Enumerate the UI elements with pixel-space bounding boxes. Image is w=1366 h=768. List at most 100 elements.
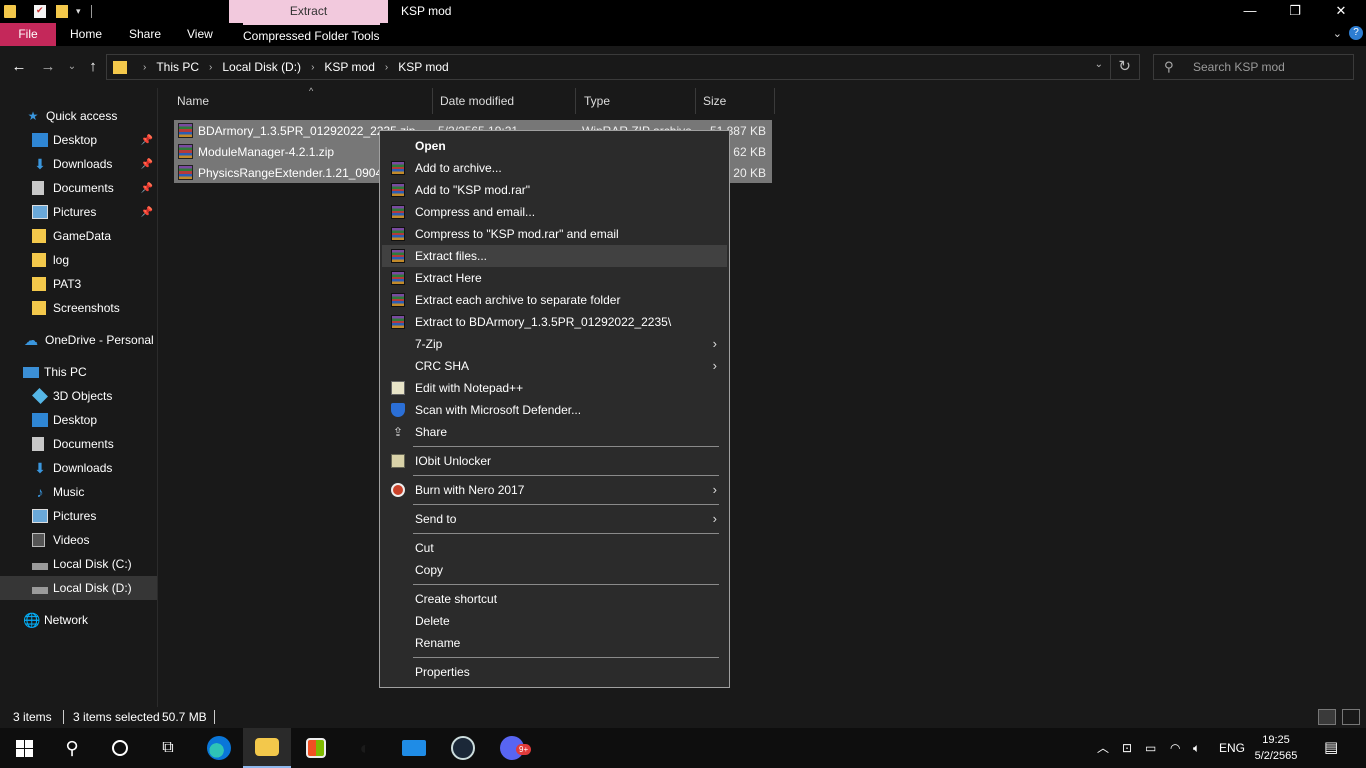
sidebar-item-downloads[interactable]: ⬇ Downloads 📌: [0, 152, 157, 176]
sidebar-item-local-disk-d[interactable]: Local Disk (D:): [0, 576, 157, 600]
task-view-icon[interactable]: ⧉: [144, 728, 192, 768]
edge-icon[interactable]: [195, 728, 243, 768]
pin-icon[interactable]: 📌: [141, 183, 153, 194]
tab-view[interactable]: View: [187, 23, 213, 46]
volume-icon[interactable]: 🔈︎: [1193, 728, 1200, 768]
menu-item-add-to-ksp-mod-rar[interactable]: Add to "KSP mod.rar": [382, 179, 727, 201]
menu-item-compress-and-email[interactable]: Compress and email...: [382, 201, 727, 223]
menu-item-extract-each-archive[interactable]: Extract each archive to separate folder: [382, 289, 727, 311]
search-icon[interactable]: ⚲: [48, 728, 96, 768]
file-explorer-icon[interactable]: [243, 728, 291, 768]
sidebar-item-pictures[interactable]: Pictures 📌: [0, 200, 157, 224]
breadcrumb-ksp-mod-current[interactable]: KSP mod: [398, 60, 448, 74]
search-input[interactable]: Search KSP mod: [1193, 60, 1285, 74]
menu-item-extract-to-folder[interactable]: Extract to BDArmory_1.3.5PR_01292022_223…: [382, 311, 727, 333]
sidebar-item-downloads-pc[interactable]: ⬇ Downloads: [0, 456, 157, 480]
chevron-right-icon[interactable]: ›: [385, 62, 388, 73]
menu-item-edit-with-notepadpp[interactable]: Edit with Notepad++: [382, 377, 727, 399]
back-button[interactable]: ←: [8, 56, 30, 78]
menu-item-7zip[interactable]: 7-Zip ›: [382, 333, 727, 355]
pin-icon[interactable]: 📌: [141, 207, 153, 218]
microsoft-store-icon[interactable]: [292, 728, 340, 768]
tab-compressed-folder-tools[interactable]: Compressed Folder Tools: [243, 23, 380, 46]
start-button[interactable]: [0, 728, 48, 768]
breadcrumb-this-pc[interactable]: This PC: [156, 60, 199, 74]
sidebar-item-network[interactable]: 🌐 Network: [0, 608, 157, 632]
sidebar-item-documents-pc[interactable]: Documents: [0, 432, 157, 456]
menu-item-copy[interactable]: Copy: [382, 559, 727, 581]
sidebar-item-videos[interactable]: Videos: [0, 528, 157, 552]
cortana-icon[interactable]: [96, 728, 144, 768]
action-center-icon[interactable]: ▤: [1324, 728, 1338, 768]
menu-item-burn-with-nero[interactable]: Burn with Nero 2017 ›: [382, 479, 727, 501]
refresh-icon[interactable]: ↻: [1118, 57, 1131, 75]
sidebar-item-screenshots[interactable]: Screenshots: [0, 296, 157, 320]
language-indicator[interactable]: ENG: [1219, 728, 1245, 768]
sidebar-item-local-disk-c[interactable]: Local Disk (C:): [0, 552, 157, 576]
expand-ribbon-chevron-icon[interactable]: ⌄: [1333, 27, 1342, 40]
sidebar-item-log[interactable]: log: [0, 248, 157, 272]
close-button[interactable]: ✕: [1318, 0, 1364, 23]
menu-item-compress-to-rar-and-email[interactable]: Compress to "KSP mod.rar" and email: [382, 223, 727, 245]
search-box[interactable]: ⚲ Search KSP mod: [1153, 54, 1354, 80]
details-view-icon[interactable]: [1318, 709, 1336, 725]
chevron-right-icon[interactable]: ›: [209, 62, 212, 73]
minimize-button[interactable]: —: [1227, 0, 1273, 23]
column-header-type[interactable]: Type: [576, 88, 696, 114]
large-icons-view-icon[interactable]: [1342, 709, 1360, 725]
sidebar-item-desktop-pc[interactable]: Desktop: [0, 408, 157, 432]
chevron-right-icon[interactable]: ›: [311, 62, 314, 73]
menu-item-delete[interactable]: Delete: [382, 610, 727, 632]
steam-icon[interactable]: [439, 728, 487, 768]
sidebar-item-pat3[interactable]: PAT3: [0, 272, 157, 296]
clock[interactable]: 19:25 5/2/2565: [1246, 732, 1306, 764]
customize-toolbar-chevron-icon[interactable]: ▾: [76, 6, 81, 17]
forward-button[interactable]: →: [37, 56, 59, 78]
sidebar-item-pictures-pc[interactable]: Pictures: [0, 504, 157, 528]
recent-locations-chevron-icon[interactable]: ⌄: [61, 56, 83, 78]
sidebar-item-this-pc[interactable]: This PC: [0, 360, 157, 384]
discord-icon[interactable]: 9+: [488, 728, 536, 768]
menu-item-rename[interactable]: Rename: [382, 632, 727, 654]
battery-icon[interactable]: ▭: [1145, 728, 1156, 768]
menu-item-crc-sha[interactable]: CRC SHA ›: [382, 355, 727, 377]
menu-item-cut[interactable]: Cut: [382, 537, 727, 559]
sidebar-item-documents[interactable]: Documents 📌: [0, 176, 157, 200]
menu-item-properties[interactable]: Properties: [382, 661, 727, 683]
menu-item-extract-here[interactable]: Extract Here: [382, 267, 727, 289]
pin-icon[interactable]: 📌: [141, 159, 153, 170]
tab-file[interactable]: File: [0, 23, 56, 46]
menu-item-share[interactable]: ⇪ Share: [382, 421, 727, 443]
menu-item-extract-files[interactable]: Extract files...: [382, 245, 727, 267]
up-button[interactable]: ↑: [82, 56, 104, 78]
camera-icon[interactable]: ⊡: [1122, 728, 1132, 768]
menu-item-scan-with-defender[interactable]: Scan with Microsoft Defender...: [382, 399, 727, 421]
breadcrumb-ksp-mod[interactable]: KSP mod: [324, 60, 374, 74]
breadcrumb-local-disk-d[interactable]: Local Disk (D:): [222, 60, 301, 74]
contextual-tab-extract[interactable]: Extract: [229, 0, 388, 23]
mail-icon[interactable]: [390, 728, 438, 768]
menu-item-create-shortcut[interactable]: Create shortcut: [382, 588, 727, 610]
column-header-name[interactable]: Name ^: [169, 86, 433, 114]
help-icon[interactable]: ?: [1349, 26, 1363, 40]
menu-item-send-to[interactable]: Send to ›: [382, 508, 727, 530]
restore-button[interactable]: ❐: [1272, 0, 1318, 23]
menu-item-iobit-unlocker[interactable]: IObit Unlocker: [382, 450, 727, 472]
tab-home[interactable]: Home: [70, 23, 102, 46]
address-history-chevron-icon[interactable]: ⌄: [1095, 59, 1103, 70]
tab-share[interactable]: Share: [129, 23, 161, 46]
sidebar-item-gamedata[interactable]: GameData: [0, 224, 157, 248]
menu-item-open[interactable]: Open: [382, 135, 727, 157]
sidebar-item-3d-objects[interactable]: 3D Objects: [0, 384, 157, 408]
column-header-date-modified[interactable]: Date modified: [432, 88, 576, 114]
app-icon[interactable]: ◐: [341, 728, 389, 768]
chevron-right-icon[interactable]: ›: [143, 62, 146, 73]
sidebar-item-onedrive[interactable]: ☁ OneDrive - Personal: [0, 328, 157, 352]
sidebar-item-desktop[interactable]: Desktop 📌: [0, 128, 157, 152]
address-bar[interactable]: › This PC › Local Disk (D:) › KSP mod › …: [106, 54, 1140, 80]
pin-icon[interactable]: 📌: [141, 135, 153, 146]
show-hidden-icons-chevron-icon[interactable]: ︿: [1097, 728, 1109, 768]
wifi-icon[interactable]: ◠: [1170, 728, 1180, 768]
new-folder-icon[interactable]: [56, 5, 68, 18]
sidebar-item-quick-access[interactable]: ★ Quick access: [0, 104, 157, 128]
